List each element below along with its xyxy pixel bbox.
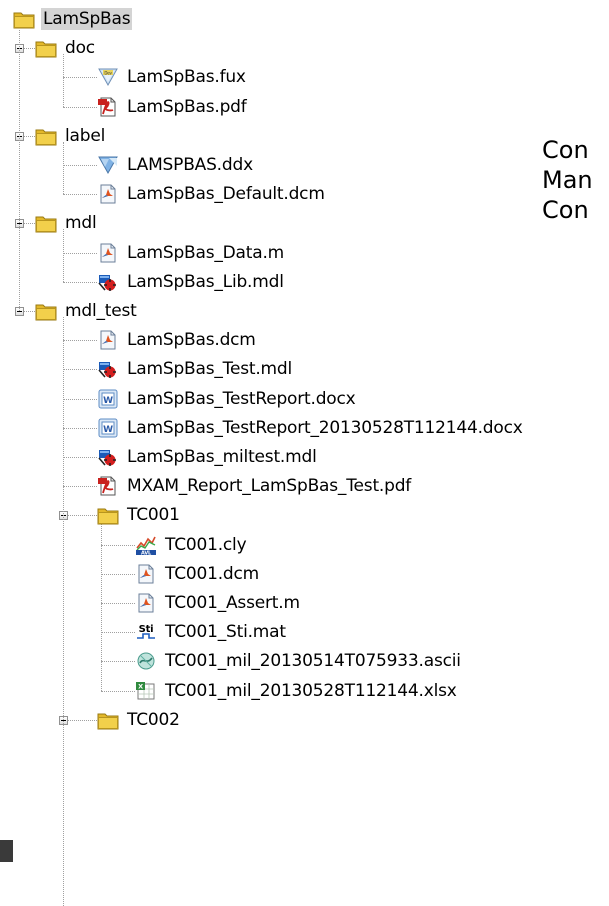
tree-item-lamspbas-fux[interactable]: Dev LamSpBas.fux (97, 65, 248, 89)
folder-icon (35, 300, 57, 322)
pdf-file-icon (97, 475, 119, 497)
tree-item-label: LamSpBas_Test.mdl (127, 359, 293, 380)
tree-item-lamspbas-testreport-docx[interactable]: W LamSpBas_TestReport.docx (97, 387, 358, 411)
tree-item-tc001-mil-xlsx[interactable]: X TC001_mil_20130528T112144.xlsx (135, 679, 459, 703)
fux-file-icon: Dev (97, 66, 119, 88)
tree-item-mdl[interactable]: mdl (35, 211, 98, 235)
folder-icon (97, 504, 119, 526)
tree-item-mdl-test[interactable]: mdl_test (35, 299, 139, 323)
tree-item-tc001-assert-m[interactable]: TC001_Assert.m (135, 591, 302, 615)
matlab-file-icon (97, 242, 119, 264)
tree-item-tc001-sti-mat[interactable]: Sti TC001_Sti.mat (135, 620, 288, 644)
simulink-model-icon (97, 358, 119, 380)
avl-file-icon: AVL (135, 534, 157, 556)
tree-item-mxam-report-pdf[interactable]: MXAM_Report_LamSpBas_Test.pdf (97, 474, 413, 498)
matlab-file-icon (135, 563, 157, 585)
folder-icon (13, 8, 35, 30)
tree-item-lamspbas-miltest-mdl[interactable]: LamSpBas_miltest.mdl (97, 445, 319, 469)
svg-text:W: W (103, 425, 113, 435)
side-text-line-1: Con (542, 136, 589, 164)
svg-text:W: W (103, 396, 113, 406)
tree-item-label: LamSpBas.fux (127, 67, 246, 88)
tree-item-tc002[interactable]: TC002 (97, 708, 182, 732)
tree-item-label: mdl_test (65, 301, 137, 321)
edge-block (0, 840, 13, 862)
tree-item-label: LamSpBas_Default.dcm (127, 184, 325, 205)
tree-item-lamspbas-test-mdl[interactable]: LamSpBas_Test.mdl (97, 357, 294, 381)
tree-item-label: mdl (65, 213, 97, 234)
file-tree: LamSpBas doc Dev LamSpBas.fux LamSpBas.p… (0, 0, 609, 906)
svg-text:AVL: AVL (141, 550, 152, 556)
tree-item-label: LAMSPBAS.ddx (127, 155, 253, 175)
tree-item-label: LamSpBas (41, 8, 133, 30)
ascii-file-icon (135, 650, 157, 672)
tree-item-tc001[interactable]: TC001 (97, 503, 182, 527)
word-document-icon: W (97, 417, 119, 439)
simulink-model-icon (97, 446, 119, 468)
side-text-line-2: Man (542, 166, 593, 194)
pdf-file-icon (97, 96, 119, 118)
tree-item-label: LamSpBas_Data.m (127, 242, 285, 263)
svg-text:Dev: Dev (104, 71, 112, 76)
tree-item-lamspbas-ddx[interactable]: LAMSPBAS.ddx (97, 153, 255, 177)
matlab-file-icon (135, 592, 157, 614)
tree-item-label: LamSpBas_TestReport_20130528T112144.docx (127, 417, 523, 438)
tree-item-label: TC001 (127, 505, 180, 526)
folder-icon (97, 709, 119, 731)
svg-text:X: X (138, 682, 143, 690)
tree-item-lamspbas-pdf[interactable]: LamSpBas.pdf (97, 95, 249, 119)
tree-item-label: LamSpBas.dcm (127, 330, 256, 351)
tree-item-label: LamSpBas_miltest.mdl (127, 447, 317, 467)
simulink-model-icon (97, 271, 119, 293)
tree-item-label: TC001_mil_20130528T112144.xlsx (165, 680, 457, 701)
tree-item-lamspbas-default-dcm[interactable]: LamSpBas_Default.dcm (97, 182, 327, 206)
tree-item-label: doc (65, 38, 95, 59)
tree-item-lamspbas-lib-mdl[interactable]: LamSpBas_Lib.mdl (97, 270, 286, 294)
tree-item-label: TC001_Sti.mat (165, 622, 286, 643)
tree-item-label: MXAM_Report_LamSpBas_Test.pdf (127, 476, 412, 497)
folder-icon (35, 212, 57, 234)
matlab-file-icon (97, 329, 119, 351)
ddx-file-icon (97, 154, 119, 176)
tree-item-label: TC001.dcm (165, 563, 260, 584)
tree-item-label: TC001_Assert.m (165, 593, 300, 613)
tree-item-tc001-cly[interactable]: AVL TC001.cly (135, 533, 248, 557)
tree-item-label: LamSpBas.pdf (127, 96, 247, 117)
tree-item-tc001-dcm[interactable]: TC001.dcm (135, 562, 261, 586)
tree-item-lamspbas-data-m[interactable]: LamSpBas_Data.m (97, 241, 286, 265)
sti-file-icon: Sti (135, 621, 157, 643)
folder-icon (35, 37, 57, 59)
tree-root-lamspbas[interactable]: LamSpBas (13, 7, 133, 31)
word-document-icon: W (97, 388, 119, 410)
tree-item-tc001-mil-ascii[interactable]: TC001_mil_20130514T075933.ascii (135, 649, 463, 673)
excel-file-icon: X (135, 680, 157, 702)
tree-item-lamspbas-testreport-2013-docx[interactable]: W LamSpBas_TestReport_20130528T112144.do… (97, 416, 525, 440)
tree-item-label: TC002 (127, 709, 180, 730)
tree-item-label: TC001_mil_20130514T075933.ascii (165, 651, 461, 672)
side-text-line-3: Con (542, 196, 589, 224)
tree-item-label: label (65, 125, 106, 146)
matlab-file-icon (97, 183, 119, 205)
tree-item-label: TC001.cly (165, 534, 247, 555)
tree-item-label: LamSpBas_TestReport.docx (127, 388, 356, 409)
tree-item-label[interactable]: label (35, 124, 107, 148)
tree-item-doc[interactable]: doc (35, 36, 97, 60)
tree-item-label: LamSpBas_Lib.mdl (127, 271, 284, 292)
tree-item-lamspbas-dcm[interactable]: LamSpBas.dcm (97, 328, 258, 352)
folder-icon (35, 125, 57, 147)
